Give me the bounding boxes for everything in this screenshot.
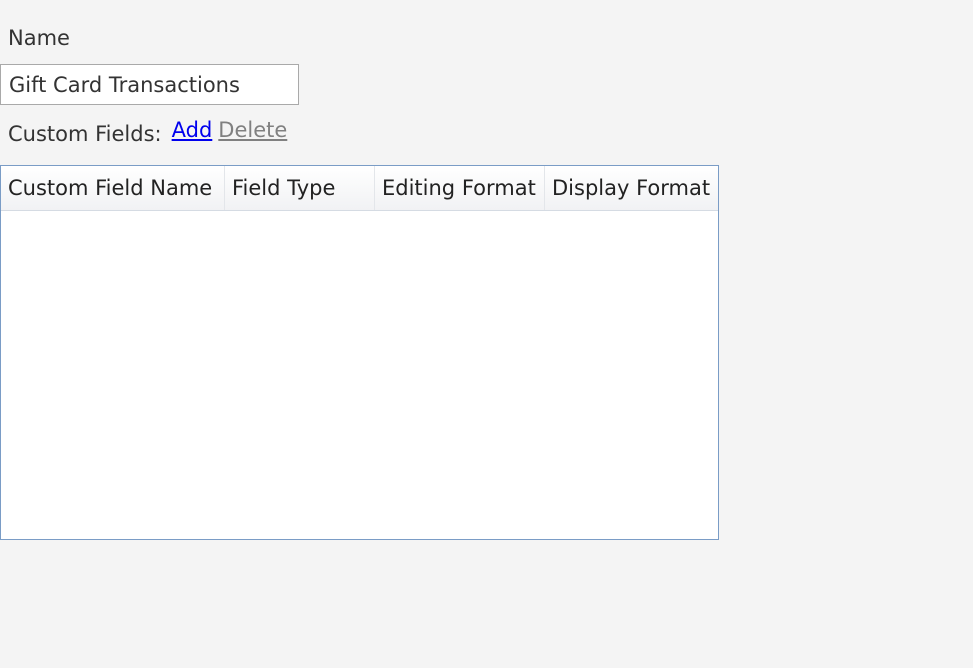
grid-body[interactable] bbox=[1, 211, 718, 540]
add-link[interactable]: Add bbox=[172, 116, 213, 144]
name-label: Name bbox=[8, 26, 70, 50]
column-header-custom-field-name[interactable]: Custom Field Name bbox=[1, 166, 225, 210]
column-header-field-type[interactable]: Field Type bbox=[225, 166, 375, 210]
column-header-editing-format[interactable]: Editing Format bbox=[375, 166, 545, 210]
name-input[interactable] bbox=[0, 64, 299, 105]
custom-fields-label: Custom Fields: bbox=[8, 122, 162, 146]
column-header-display-format[interactable]: Display Format bbox=[545, 166, 718, 210]
delete-link[interactable]: Delete bbox=[218, 116, 287, 144]
custom-fields-grid[interactable]: Custom Field Name Field Type Editing For… bbox=[0, 165, 719, 540]
grid-header: Custom Field Name Field Type Editing For… bbox=[1, 166, 718, 211]
custom-fields-row: Custom Fields: Add Delete bbox=[8, 116, 287, 148]
